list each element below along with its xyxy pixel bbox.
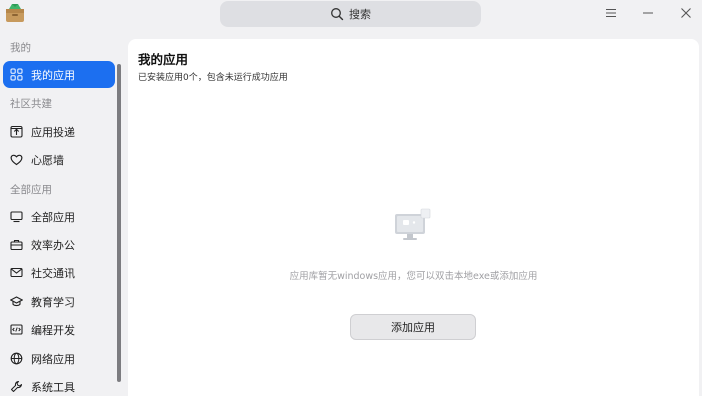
minimize-icon[interactable] xyxy=(640,5,656,21)
sidebar-item-social[interactable]: 社交通讯 xyxy=(3,259,115,286)
sidebar-item-education[interactable]: 教育学习 xyxy=(3,288,115,315)
monitor-icon xyxy=(10,210,23,223)
sidebar-item-label: 应用投递 xyxy=(31,125,75,139)
mail-icon xyxy=(10,266,23,279)
section-header-all: 全部应用 xyxy=(10,184,52,196)
grid-apps-icon xyxy=(10,68,23,81)
sidebar-item-wish-wall[interactable]: 心愿墙 xyxy=(3,146,115,173)
search-icon xyxy=(330,7,344,21)
app-store-box-icon[interactable] xyxy=(4,2,26,24)
sidebar-item-my-apps[interactable]: 我的应用 xyxy=(3,61,115,88)
briefcase-icon xyxy=(10,238,23,251)
sidebar-item-label: 效率办公 xyxy=(31,238,75,252)
sidebar-scrollbar[interactable] xyxy=(117,64,121,382)
sidebar-item-label: 社交通讯 xyxy=(31,266,75,280)
page-title: 我的应用 xyxy=(138,52,189,67)
section-header-community: 社区共建 xyxy=(10,98,52,110)
sidebar-item-label: 网络应用 xyxy=(31,352,75,366)
empty-state-message: 应用库暂无windows应用，您可以双击本地exe或添加应用 xyxy=(289,271,538,282)
sidebar-item-label: 教育学习 xyxy=(31,295,75,309)
globe-icon xyxy=(10,352,23,365)
upload-box-icon xyxy=(10,125,23,138)
heart-icon xyxy=(10,153,23,166)
sidebar-item-tools[interactable]: 系统工具 xyxy=(3,373,115,396)
sidebar: 我的 我的应用 社区共建 应用投递 心愿墙 全部应用 全部应用 效率办公 社交通… xyxy=(0,30,122,396)
code-icon xyxy=(10,323,23,336)
search-placeholder: 搜索 xyxy=(349,8,371,21)
sidebar-item-label: 系统工具 xyxy=(31,380,75,394)
add-app-button[interactable]: 添加应用 xyxy=(350,314,476,340)
close-icon[interactable] xyxy=(678,5,694,21)
graduation-cap-icon xyxy=(10,295,23,308)
wrench-icon xyxy=(10,380,23,393)
section-header-mine: 我的 xyxy=(10,42,31,54)
sidebar-item-label: 编程开发 xyxy=(31,323,75,337)
sidebar-item-office[interactable]: 效率办公 xyxy=(3,231,115,258)
sidebar-item-dev[interactable]: 编程开发 xyxy=(3,316,115,343)
empty-state-computer-icon xyxy=(394,208,434,244)
sidebar-item-label: 我的应用 xyxy=(31,68,75,82)
sidebar-item-label: 心愿墙 xyxy=(31,153,64,167)
hamburger-menu-icon[interactable] xyxy=(603,5,619,21)
sidebar-item-app-submit[interactable]: 应用投递 xyxy=(3,118,115,145)
sidebar-item-network[interactable]: 网络应用 xyxy=(3,345,115,372)
title-bar: 搜索 xyxy=(0,0,702,30)
page-subtitle: 已安装应用0个，包含未运行成功应用 xyxy=(138,73,288,83)
sidebar-item-label: 全部应用 xyxy=(31,210,75,224)
sidebar-item-all-apps[interactable]: 全部应用 xyxy=(3,203,115,230)
search-input[interactable]: 搜索 xyxy=(220,1,481,27)
main-content: 我的应用 已安装应用0个，包含未运行成功应用 应用库暂无windows应用，您可… xyxy=(128,39,699,396)
